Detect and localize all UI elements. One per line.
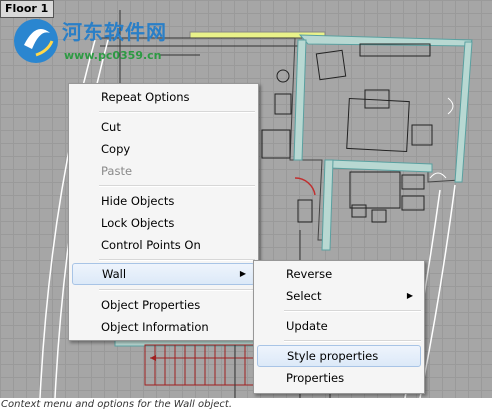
figure-caption: Context menu and options for the Wall ob… [1, 399, 232, 410]
watermark-url: www.pc0359.cn [64, 49, 162, 62]
menu-item-object-information[interactable]: Object Information [72, 316, 255, 338]
menu-item-cut[interactable]: Cut [72, 116, 255, 138]
menu-item-lock-objects[interactable]: Lock Objects [72, 212, 255, 234]
wall-left[interactable] [293, 39, 307, 161]
menu-item-control-points-on[interactable]: Control Points On [72, 234, 255, 256]
submenu-item-properties[interactable]: Properties [257, 367, 421, 389]
menu-item-object-properties[interactable]: Object Properties [72, 294, 255, 316]
menu-item-repeat-options[interactable]: Repeat Options [72, 86, 255, 108]
watermark-logo-icon [14, 19, 58, 63]
menu-item-hide-objects[interactable]: Hide Objects [72, 190, 255, 212]
menu-item-paste[interactable]: Paste [72, 160, 255, 182]
context-menu: Repeat Options Cut Copy Paste Hide Objec… [68, 83, 259, 341]
wall-submenu: Reverse Select ▶ Update Style properties … [253, 260, 425, 394]
submenu-item-select[interactable]: Select ▶ [257, 285, 421, 307]
menu-item-copy[interactable]: Copy [72, 138, 255, 160]
watermark-text: 河东软件网 [62, 20, 167, 44]
submenu-item-style-properties[interactable]: Style properties [257, 345, 421, 367]
submenu-item-update[interactable]: Update [257, 315, 421, 337]
floor-plan-viewport[interactable]: Floor 1 河东软件网 www.pc0359.cn Repeat Optio… [0, 0, 492, 398]
submenu-arrow-icon: ▶ [239, 269, 246, 278]
submenu-item-reverse[interactable]: Reverse [257, 263, 421, 285]
wall-right[interactable] [454, 41, 473, 183]
menu-item-wall[interactable]: Wall ▶ [72, 263, 255, 285]
submenu-arrow-icon: ▶ [406, 291, 413, 300]
